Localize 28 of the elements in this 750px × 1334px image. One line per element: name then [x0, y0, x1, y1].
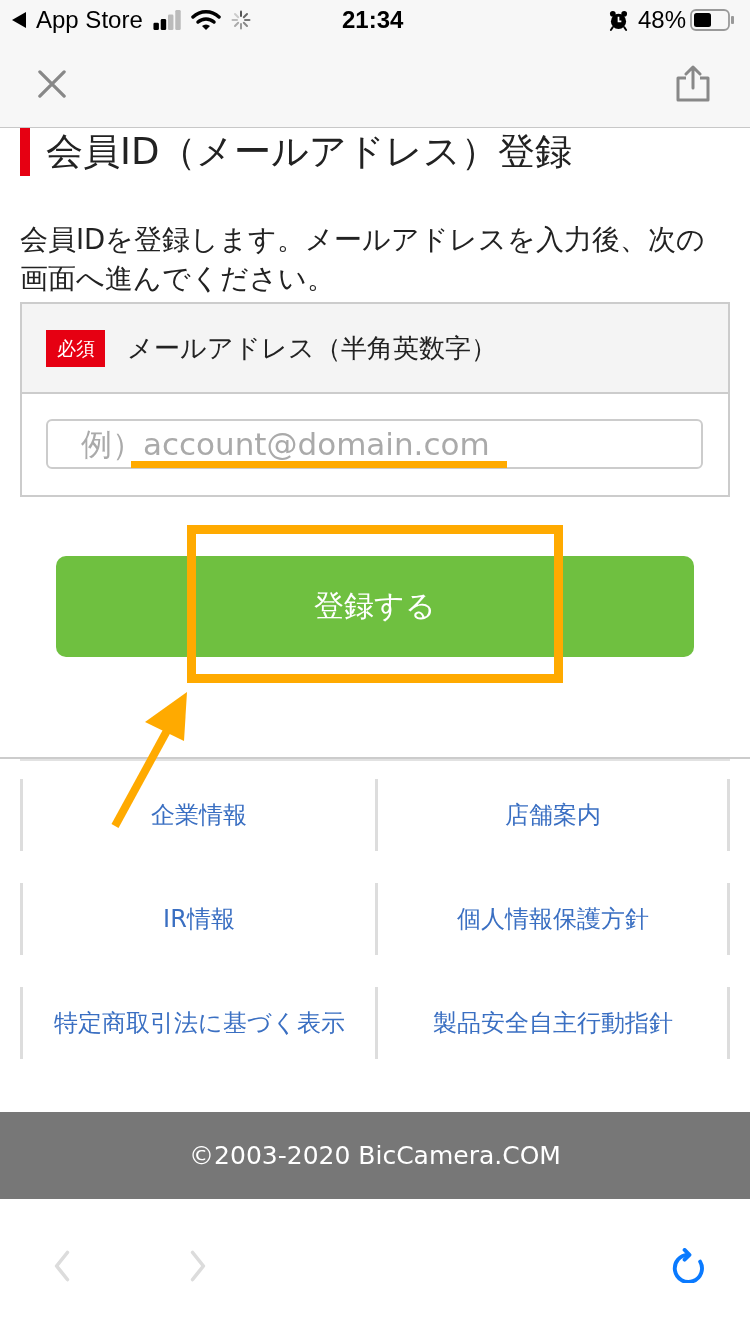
reload-icon — [671, 1248, 705, 1283]
signal-icon — [152, 10, 183, 30]
back-app-label[interactable]: App Store — [36, 6, 143, 34]
copyright-text: ©2003-2020 BicCamera.COM — [189, 1141, 561, 1170]
chevron-right-icon — [189, 1249, 207, 1282]
intro-text: 会員IDを登録します。メールアドレスを入力後、次の画面へ進んでください。 — [20, 222, 707, 296]
required-badge: 必須 — [46, 329, 105, 367]
close-icon — [38, 69, 66, 98]
footer-link[interactable]: 特定商取引法に基づく表示 — [53, 1007, 345, 1039]
footer-link[interactable]: IR情報 — [163, 903, 235, 935]
loading-spinner-icon — [230, 10, 251, 30]
share-icon — [674, 65, 712, 102]
battery-percent: 48% — [637, 6, 686, 34]
chevron-left-icon — [53, 1249, 71, 1282]
battery-icon — [690, 9, 734, 31]
triangle-icon — [12, 12, 26, 28]
footer-link[interactable]: 製品安全自主行動指針 — [432, 1007, 673, 1039]
footer-link[interactable]: 店舗案内 — [504, 799, 601, 831]
alarm-clock-icon — [608, 9, 628, 31]
field-label: メールアドレス（半角英数字） — [127, 331, 497, 365]
wifi-icon — [190, 9, 221, 31]
close-button[interactable] — [38, 69, 66, 98]
clock-time: 21:34 — [342, 6, 404, 34]
email-input[interactable]: 例）account@domain.com — [46, 419, 703, 469]
footer-link[interactable]: 個人情報保護方針 — [456, 903, 649, 935]
page-title: 会員ID（メールアドレス）登録 — [20, 128, 730, 176]
share-button[interactable] — [674, 65, 712, 102]
footer-link[interactable]: 企業情報 — [151, 799, 247, 831]
